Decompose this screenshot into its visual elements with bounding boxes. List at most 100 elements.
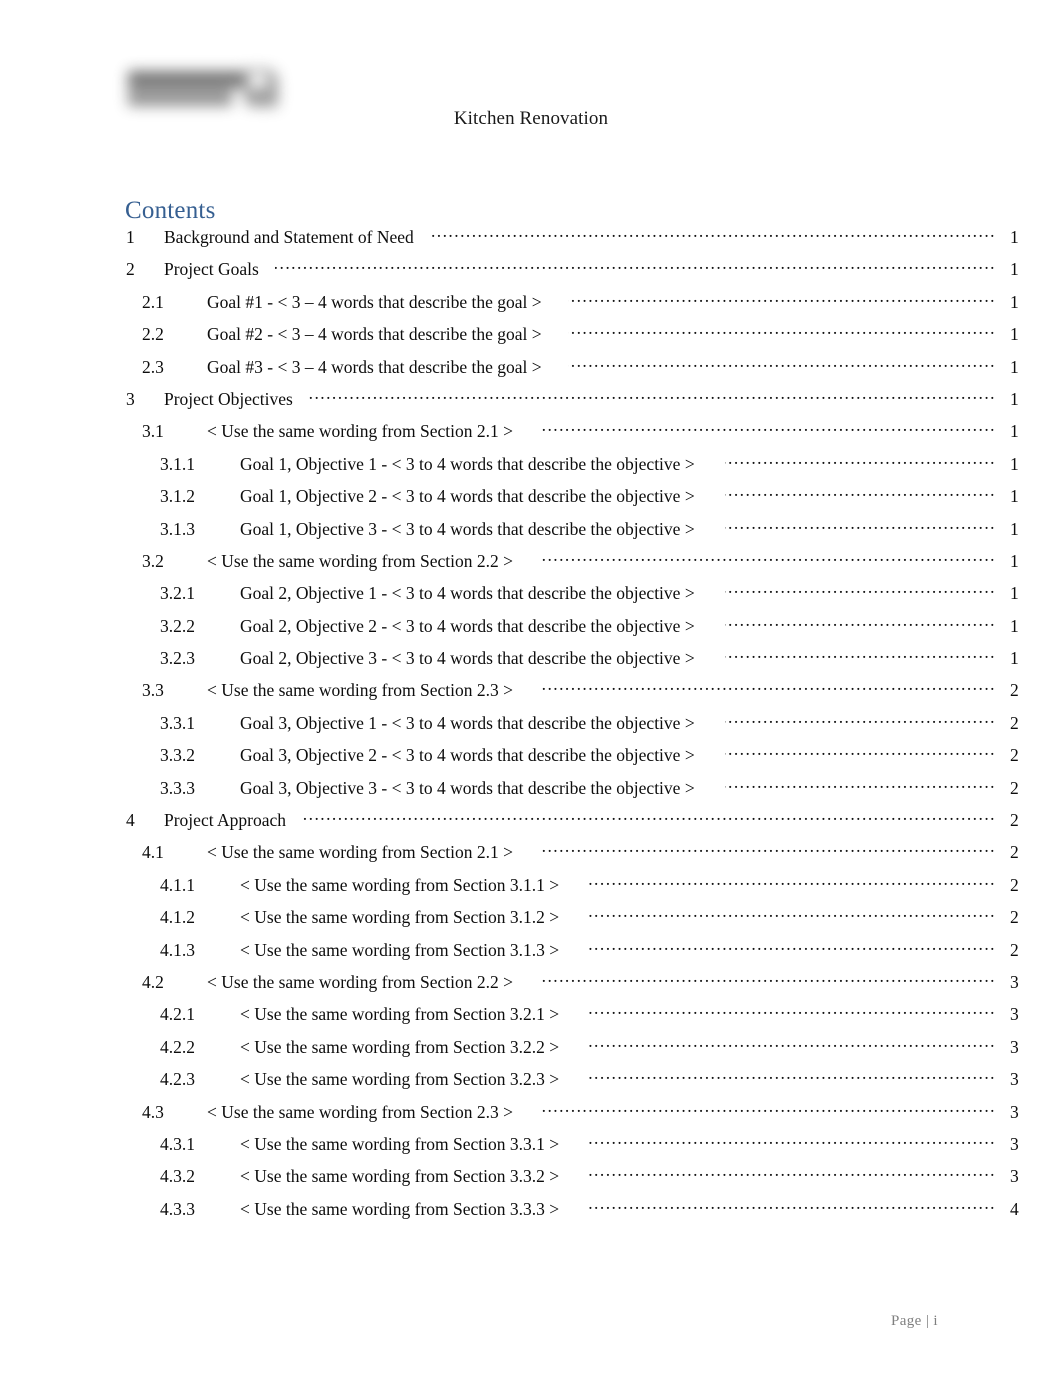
toc-entry-title[interactable]: < Use the same wording from Section 2.2 … xyxy=(207,972,513,993)
toc-entry-page-number: 1 xyxy=(1010,291,1019,312)
toc-entry-title[interactable]: < Use the same wording from Section 2.3 … xyxy=(207,680,513,701)
toc-entry[interactable]: 4.3.3 < Use the same wording from Section… xyxy=(0,1198,1062,1230)
toc-entry[interactable]: 2.1 Goal #1 - < 3 – 4 words that describe… xyxy=(0,291,1062,323)
toc-dot-leader xyxy=(539,971,996,988)
toc-entry-title[interactable]: < Use the same wording from Section 3.2.… xyxy=(240,1004,559,1025)
toc-entry-title[interactable]: Background and Statement of Need xyxy=(164,227,414,248)
toc-entry[interactable]: 4.1.2 < Use the same wording from Section… xyxy=(0,906,1062,938)
toc-entry-number: 4.3.3 xyxy=(160,1198,195,1219)
toc-entry-title[interactable]: Goal 1, Objective 2 - < 3 to 4 words tha… xyxy=(240,486,695,507)
toc-entry-title[interactable]: Goal #3 - < 3 – 4 words that describe th… xyxy=(207,357,542,378)
toc-entry-title[interactable]: Project Objectives xyxy=(164,389,293,410)
toc-entry-page-number: 1 xyxy=(1010,259,1019,280)
toc-entry-page-number: 1 xyxy=(1010,648,1019,669)
toc-entry-title[interactable]: Goal 1, Objective 3 - < 3 to 4 words tha… xyxy=(240,519,695,540)
toc-entry-title[interactable]: < Use the same wording from Section 3.3.… xyxy=(240,1199,559,1220)
toc-entry-title[interactable]: Goal 3, Objective 2 - < 3 to 4 words tha… xyxy=(240,745,695,766)
toc-entry[interactable]: 3 Project Objectives 1 xyxy=(0,388,1062,420)
toc-entry-title[interactable]: Goal #2 - < 3 – 4 words that describe th… xyxy=(207,324,542,345)
toc-entry-page-number: 2 xyxy=(1010,745,1019,766)
toc-dot-leader xyxy=(275,258,996,275)
toc-entry-page-number: 3 xyxy=(1010,971,1019,992)
toc-entry-title[interactable]: Project Goals xyxy=(164,259,259,280)
toc-dot-leader xyxy=(589,1198,996,1215)
toc-entry-title[interactable]: Goal 3, Objective 3 - < 3 to 4 words tha… xyxy=(240,778,695,799)
toc-dot-leader xyxy=(589,1165,996,1182)
toc-entry[interactable]: 4.3.2 < Use the same wording from Section… xyxy=(0,1165,1062,1197)
toc-entry[interactable]: 4.2 < Use the same wording from Section 2… xyxy=(0,971,1062,1003)
toc-entry-title[interactable]: Project Approach xyxy=(164,810,286,831)
toc-entry-title[interactable]: Goal #1 - < 3 – 4 words that describe th… xyxy=(207,292,542,313)
toc-entry[interactable]: 3.3.2 Goal 3, Objective 2 - < 3 to 4 word… xyxy=(0,744,1062,776)
toc-entry-title[interactable]: Goal 2, Objective 1 - < 3 to 4 words tha… xyxy=(240,583,695,604)
toc-entry[interactable]: 2.2 Goal #2 - < 3 – 4 words that describe… xyxy=(0,323,1062,355)
toc-entry-title[interactable]: < Use the same wording from Section 2.3 … xyxy=(207,1102,513,1123)
toc-entry-title[interactable]: < Use the same wording from Section 3.2.… xyxy=(240,1037,559,1058)
toc-entry[interactable]: 3.1.1 Goal 1, Objective 1 - < 3 to 4 word… xyxy=(0,453,1062,485)
toc-entry-page-number: 2 xyxy=(1010,842,1019,863)
toc-entry-page-number: 1 xyxy=(1010,486,1019,507)
toc-dot-leader xyxy=(725,744,996,761)
toc-entry-number: 3.1 xyxy=(142,421,164,442)
toc-entry[interactable]: 3.2.1 Goal 2, Objective 1 - < 3 to 4 word… xyxy=(0,582,1062,614)
toc-entry-number: 3.1.3 xyxy=(160,518,195,539)
toc-entry[interactable]: 4.1 < Use the same wording from Section 2… xyxy=(0,841,1062,873)
toc-entry-number: 2.2 xyxy=(142,324,164,345)
toc-entry-title[interactable]: Goal 3, Objective 1 - < 3 to 4 words tha… xyxy=(240,713,695,734)
toc-entry-title[interactable]: Goal 2, Objective 2 - < 3 to 4 words tha… xyxy=(240,616,695,637)
toc-entry-number: 3.3.3 xyxy=(160,777,195,798)
toc-entry-title[interactable]: < Use the same wording from Section 2.2 … xyxy=(207,551,513,572)
toc-entry[interactable]: 4.3 < Use the same wording from Section 2… xyxy=(0,1101,1062,1133)
toc-entry[interactable]: 4.2.3 < Use the same wording from Section… xyxy=(0,1068,1062,1100)
toc-entry[interactable]: 4.2.1 < Use the same wording from Section… xyxy=(0,1003,1062,1035)
toc-entry-number: 4.2.3 xyxy=(160,1069,195,1090)
toc-entry[interactable]: 3.2.3 Goal 2, Objective 3 - < 3 to 4 word… xyxy=(0,647,1062,679)
toc-entry[interactable]: 3.2.2 Goal 2, Objective 2 - < 3 to 4 word… xyxy=(0,615,1062,647)
toc-entry-title[interactable]: < Use the same wording from Section 3.1.… xyxy=(240,907,559,928)
toc-entry-number: 3.3 xyxy=(142,680,164,701)
toc-entry[interactable]: 3.1.2 Goal 1, Objective 2 - < 3 to 4 word… xyxy=(0,485,1062,517)
toc-entry[interactable]: 3.1 < Use the same wording from Section 2… xyxy=(0,420,1062,452)
toc-entry-title[interactable]: < Use the same wording from Section 3.3.… xyxy=(240,1134,559,1155)
toc-entry-title[interactable]: < Use the same wording from Section 3.1.… xyxy=(240,940,559,961)
toc-entry[interactable]: 2.3 Goal #3 - < 3 – 4 words that describe… xyxy=(0,356,1062,388)
toc-entry-title[interactable]: < Use the same wording from Section 3.3.… xyxy=(240,1166,559,1187)
toc-entry[interactable]: 3.3 < Use the same wording from Section 2… xyxy=(0,679,1062,711)
toc-entry[interactable]: 4 Project Approach 2 xyxy=(0,809,1062,841)
toc-dot-leader xyxy=(568,291,996,308)
toc-entry[interactable]: 4.1.1 < Use the same wording from Section… xyxy=(0,874,1062,906)
toc-entry-page-number: 1 xyxy=(1010,453,1019,474)
toc-entry[interactable]: 3.3.3 Goal 3, Objective 3 - < 3 to 4 word… xyxy=(0,777,1062,809)
toc-entry-title[interactable]: < Use the same wording from Section 2.1 … xyxy=(207,421,513,442)
toc-entry-title[interactable]: < Use the same wording from Section 2.1 … xyxy=(207,842,513,863)
toc-dot-leader xyxy=(589,1068,996,1085)
toc-entry[interactable]: 4.1.3 < Use the same wording from Section… xyxy=(0,939,1062,971)
toc-entry-title[interactable]: Goal 1, Objective 1 - < 3 to 4 words tha… xyxy=(240,454,695,475)
toc-entry-title[interactable]: < Use the same wording from Section 3.2.… xyxy=(240,1069,559,1090)
logo-emblem-notch xyxy=(248,73,268,89)
toc-entry-title[interactable]: < Use the same wording from Section 3.1.… xyxy=(240,875,559,896)
toc-entry[interactable]: 3.1.3 Goal 1, Objective 3 - < 3 to 4 word… xyxy=(0,518,1062,550)
toc-entry[interactable]: 4.2.2 < Use the same wording from Section… xyxy=(0,1036,1062,1068)
toc-entry[interactable]: 3.2 < Use the same wording from Section 2… xyxy=(0,550,1062,582)
toc-entry-page-number: 1 xyxy=(1010,324,1019,345)
toc-entry-page-number: 1 xyxy=(1010,421,1019,442)
toc-entry-number: 4.3.1 xyxy=(160,1133,195,1154)
toc-entry[interactable]: 4.3.1 < Use the same wording from Section… xyxy=(0,1133,1062,1165)
toc-entry-number: 4.1.3 xyxy=(160,939,195,960)
toc-entry-page-number: 3 xyxy=(1010,1101,1019,1122)
toc-entry-number: 2.3 xyxy=(142,356,164,377)
toc-entry-number: 4.3.2 xyxy=(160,1166,195,1187)
toc-dot-leader xyxy=(539,679,996,696)
toc-entry[interactable]: 3.3.1 Goal 3, Objective 1 - < 3 to 4 word… xyxy=(0,712,1062,744)
toc-entry-number: 3.2 xyxy=(142,550,164,571)
toc-entry-title[interactable]: Goal 2, Objective 3 - < 3 to 4 words tha… xyxy=(240,648,695,669)
toc-entry-page-number: 1 xyxy=(1010,356,1019,377)
toc-dot-leader xyxy=(539,841,996,858)
toc-entry-number: 3.1.1 xyxy=(160,453,195,474)
toc-entry-page-number: 4 xyxy=(1010,1198,1019,1219)
table-of-contents: 1 Background and Statement of Need 1 2 Proje… xyxy=(0,226,1062,1230)
toc-entry[interactable]: 1 Background and Statement of Need 1 xyxy=(0,226,1062,258)
toc-entry[interactable]: 2 Project Goals 1 xyxy=(0,258,1062,290)
toc-entry-page-number: 1 xyxy=(1010,550,1019,571)
